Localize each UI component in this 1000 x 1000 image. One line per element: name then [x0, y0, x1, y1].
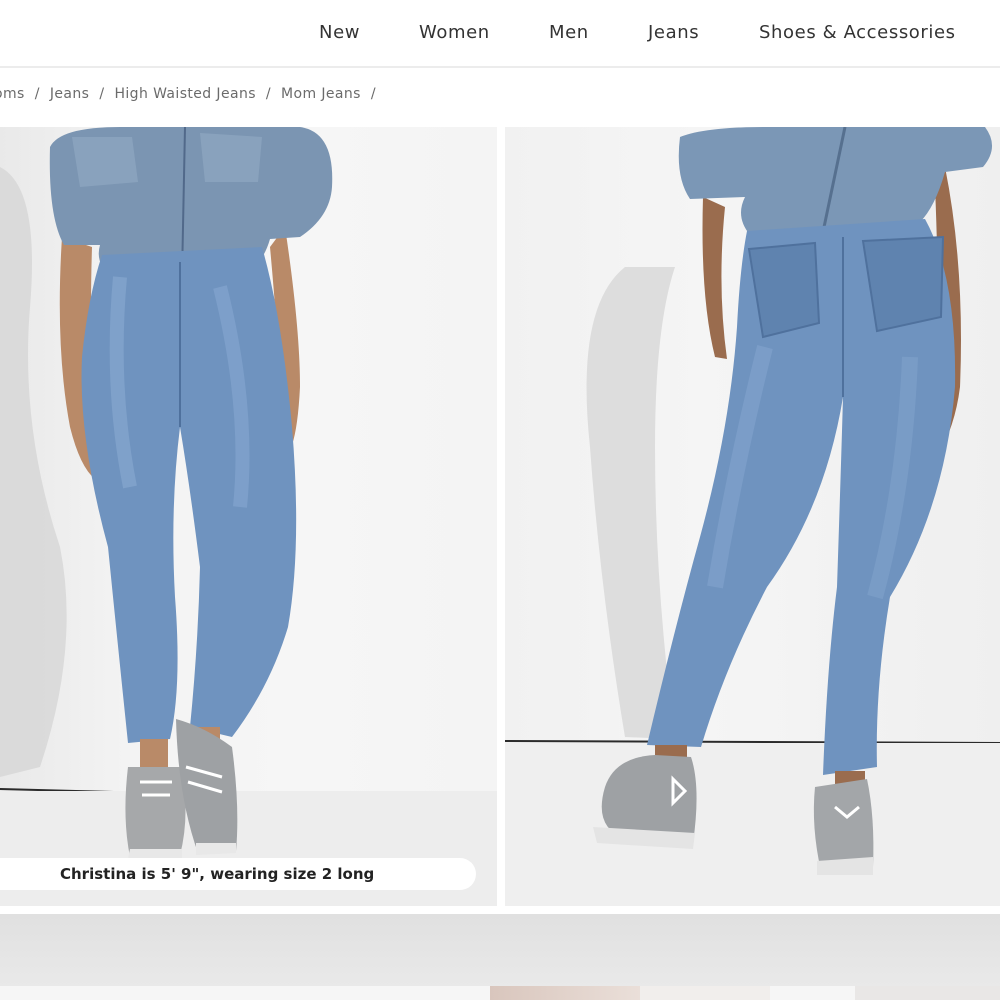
breadcrumb-separator: /	[99, 86, 105, 102]
breadcrumb-item-mom-jeans[interactable]: Mom Jeans	[281, 86, 361, 102]
breadcrumb-item-jeans[interactable]: Jeans	[50, 86, 90, 102]
top-navigation: New Women Men Jeans Shoes & Accessories	[0, 0, 1000, 68]
model-front-illustration	[0, 127, 497, 906]
breadcrumb-separator: /	[34, 86, 40, 102]
product-image-front[interactable]	[0, 127, 497, 906]
nav-item-shoes-accessories[interactable]: Shoes & Accessories	[759, 22, 956, 43]
model-back-illustration	[505, 127, 1000, 906]
breadcrumb: oms / Jeans / High Waisted Jeans / Mom Jeans /	[0, 86, 386, 106]
nav-item-men[interactable]: Men	[549, 22, 589, 43]
nav-item-jeans[interactable]: Jeans	[648, 22, 699, 43]
thumbnail-image[interactable]	[855, 986, 1000, 1000]
thumbnail-row	[0, 986, 1000, 1000]
model-size-caption: Christina is 5' 9", wearing size 2 long	[0, 858, 476, 890]
gallery-strip[interactable]	[0, 914, 1000, 986]
nav-item-new[interactable]: New	[319, 22, 360, 43]
breadcrumb-separator: /	[265, 86, 272, 102]
breadcrumb-separator: /	[370, 86, 376, 102]
breadcrumb-item-high-waisted-jeans[interactable]: High Waisted Jeans	[114, 86, 255, 102]
breadcrumb-item-bottoms[interactable]: oms	[0, 86, 25, 102]
thumbnail-image[interactable]	[640, 986, 770, 1000]
thumbnail-image[interactable]	[490, 986, 640, 1000]
nav-item-women[interactable]: Women	[419, 22, 490, 43]
product-image-back[interactable]	[505, 127, 1000, 906]
